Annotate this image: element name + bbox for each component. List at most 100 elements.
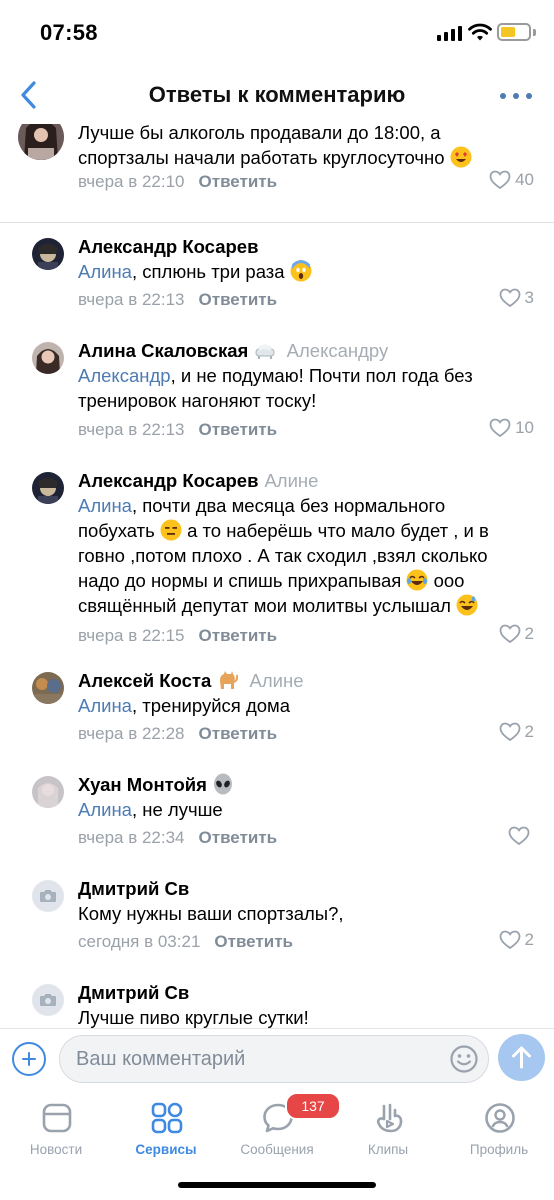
- mention-link[interactable]: Алина: [78, 695, 132, 716]
- battery-tip: [533, 29, 536, 36]
- mention-link[interactable]: Алина: [78, 261, 132, 282]
- reply-button[interactable]: Ответить: [199, 626, 278, 645]
- tab-profile[interactable]: Профиль: [444, 1096, 554, 1160]
- comment-text-line: свящённый депутат мои молитвы услышал: [78, 595, 451, 616]
- avatar[interactable]: [32, 472, 64, 504]
- heart-icon: [508, 826, 530, 846]
- reply-button[interactable]: Ответить: [199, 828, 278, 847]
- like-button[interactable]: 2: [499, 930, 534, 950]
- reply-comment: Алина Скаловская Александру Александр, и…: [0, 326, 554, 456]
- clips-icon: [376, 1103, 403, 1133]
- like-count: 2: [524, 930, 534, 949]
- tears-of-joy-emoji-icon: [406, 569, 428, 591]
- reply-button[interactable]: Ответить: [199, 420, 278, 439]
- comment-author[interactable]: Александр Косарев: [78, 236, 258, 257]
- comment-author[interactable]: Алексей Коста: [78, 670, 211, 691]
- tab-label: Клипы: [367, 1142, 409, 1157]
- tab-label: Сервисы: [135, 1142, 197, 1157]
- status-bar: 07:58: [0, 0, 554, 66]
- reply-comment: Алексей Коста Алине Алина, тренируйся до…: [0, 664, 554, 768]
- comment-text: Лучше бы алкоголь продавали до 18:00, а: [78, 124, 441, 143]
- comment-author[interactable]: Александр Косарев: [78, 470, 258, 491]
- avatar[interactable]: [32, 238, 64, 270]
- comment-time: вчера в 22:10: [78, 172, 185, 191]
- status-time: 07:58: [40, 20, 98, 45]
- comment-text-line: спортзалы начали работать круглосуточно: [78, 145, 534, 170]
- comment-time: сегодня в 03:21: [78, 932, 201, 951]
- like-button[interactable]: 2: [499, 722, 534, 742]
- scream-emoji-icon: [290, 260, 312, 282]
- camera-icon: [40, 994, 56, 1006]
- reply-button[interactable]: Ответить: [214, 932, 293, 951]
- comment-author[interactable]: Алина Скаловская: [78, 340, 248, 361]
- comment-text: Кому нужны ваши спортзалы?,: [78, 903, 344, 924]
- reply-comment: Дмитрий Св Лучше пиво круглые сутки!: [0, 976, 554, 1028]
- send-button[interactable]: [498, 1034, 545, 1081]
- tab-services[interactable]: Сервисы: [111, 1096, 221, 1160]
- avatar[interactable]: [32, 342, 64, 374]
- reply-to-name[interactable]: Алине: [264, 470, 318, 491]
- like-button[interactable]: [508, 826, 534, 846]
- mention-link[interactable]: Алина: [78, 799, 132, 820]
- page-title: Ответы к комментарию: [148, 82, 406, 107]
- avatar[interactable]: [32, 776, 64, 808]
- comment-text: , сплюнь три раза: [131, 261, 285, 282]
- tab-clips[interactable]: Клипы: [333, 1096, 443, 1160]
- cat-emoji-icon: [220, 671, 239, 689]
- comment-time: вчера в 22:15: [78, 626, 185, 645]
- avatar[interactable]: [32, 880, 64, 912]
- reply-button[interactable]: Ответить: [199, 290, 278, 309]
- like-count: 10: [515, 418, 534, 437]
- like-button[interactable]: 40: [489, 170, 534, 190]
- comment-text-line: говно ,потом плохо . А так сходил ,взял …: [78, 545, 488, 566]
- comment-author[interactable]: Дмитрий Св: [78, 982, 189, 1003]
- attach-button[interactable]: [12, 1042, 46, 1076]
- comment-text: , и не подумаю! Почти пол года без: [170, 365, 473, 386]
- nav-header: Ответы к комментарию: [0, 66, 554, 124]
- comments-feed[interactable]: Лучше бы алкоголь продавали до 18:00, а …: [0, 124, 554, 1028]
- comment-input[interactable]: [59, 1035, 489, 1083]
- services-icon: [151, 1102, 183, 1134]
- mention-link[interactable]: Алина: [78, 495, 132, 516]
- avatar[interactable]: [32, 984, 64, 1016]
- camera-icon: [40, 890, 56, 902]
- wifi-icon: [468, 23, 492, 41]
- reply-button[interactable]: Ответить: [199, 172, 278, 191]
- comment-author[interactable]: Дмитрий Св: [78, 878, 189, 899]
- comment-time: вчера в 22:28: [78, 724, 185, 743]
- heart-icon: [489, 170, 511, 190]
- heart-icon: [499, 624, 520, 644]
- comment-time: вчера в 22:34: [78, 828, 185, 847]
- heart-icon: [499, 288, 520, 308]
- battery-icon: [497, 23, 531, 41]
- reply-to-name[interactable]: Александру: [287, 340, 389, 361]
- emoji-picker-icon[interactable]: [449, 1044, 479, 1074]
- like-count: 3: [524, 288, 534, 307]
- comment-author[interactable]: Хуан Монтойя: [78, 774, 207, 795]
- parent-comment: Лучше бы алкоголь продавали до 18:00, а …: [0, 124, 554, 222]
- tab-news[interactable]: Новости: [1, 1096, 111, 1160]
- heart-icon: [499, 930, 520, 950]
- reply-comment: Александр Косарев Алина, сплюнь три раза…: [0, 222, 554, 326]
- tab-label: Сообщения: [240, 1142, 314, 1157]
- avatar[interactable]: [18, 124, 64, 160]
- like-button[interactable]: 10: [489, 418, 534, 438]
- avatar[interactable]: [32, 672, 64, 704]
- reply-to-name[interactable]: Алине: [250, 670, 304, 691]
- comment-text: Лучше пиво круглые сутки!: [78, 1007, 309, 1028]
- expressionless-emoji-icon: [160, 519, 182, 541]
- comment-text-line: а то наберёшь что мало будет , и в: [181, 520, 489, 541]
- comment-text-line: ооо: [428, 570, 465, 591]
- home-indicator: [178, 1182, 376, 1188]
- comment-text-line: тренировок нагоняют тоску!: [78, 390, 317, 411]
- profile-icon: [485, 1103, 515, 1133]
- mention-link[interactable]: Александр: [78, 365, 171, 386]
- like-button[interactable]: 2: [499, 624, 534, 644]
- comment-text: , тренируйся дома: [131, 695, 291, 716]
- more-options-button[interactable]: [496, 80, 536, 110]
- like-button[interactable]: 3: [499, 288, 534, 308]
- tab-label: Профиль: [469, 1142, 529, 1157]
- tab-label: Новости: [29, 1142, 83, 1157]
- reply-button[interactable]: Ответить: [199, 724, 278, 743]
- heart-icon: [489, 418, 511, 438]
